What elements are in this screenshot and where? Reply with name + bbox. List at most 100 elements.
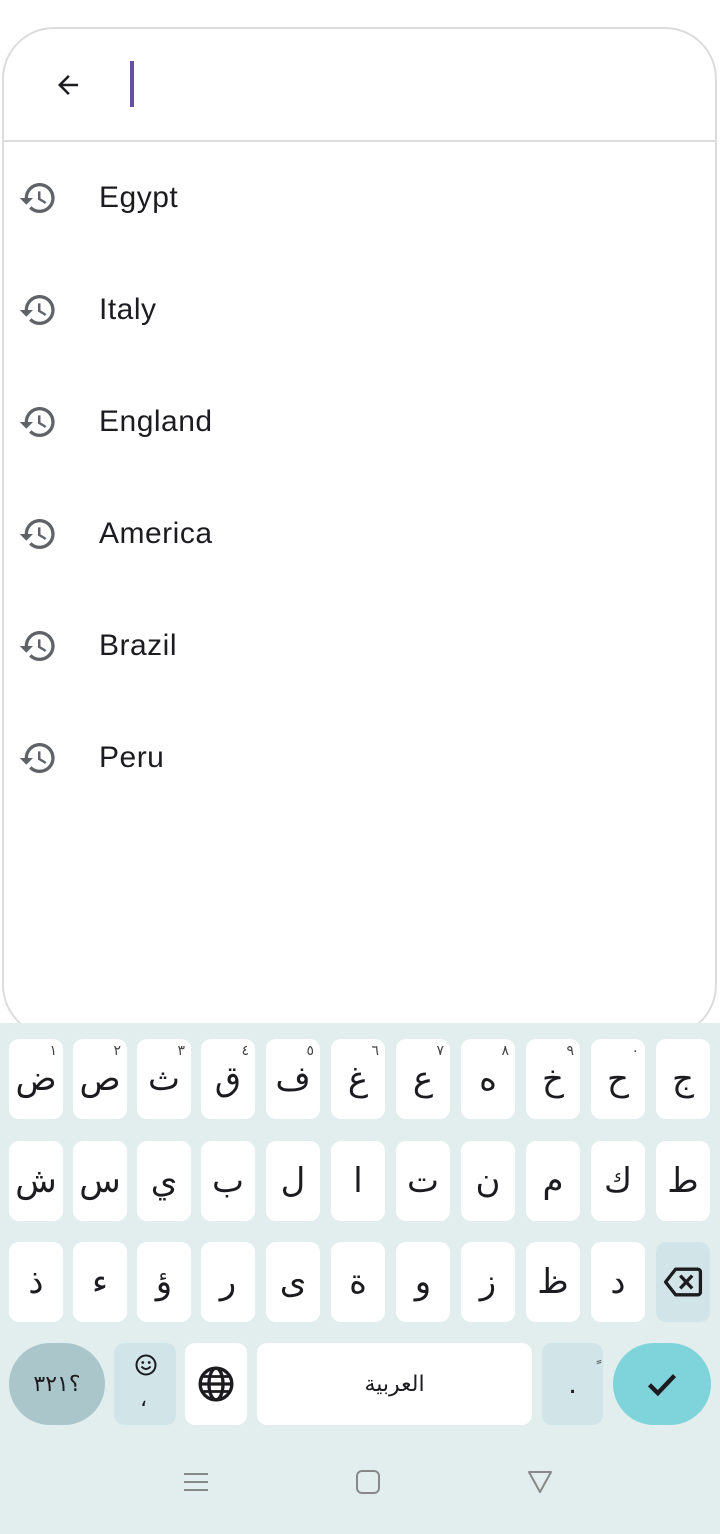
history-item[interactable]: Peru — [4, 702, 715, 814]
key-char: خ — [542, 1059, 564, 1099]
period-key[interactable]: . ٍ — [542, 1343, 603, 1425]
key-char: ط — [667, 1161, 699, 1201]
key-hint: ٩ — [566, 1043, 574, 1059]
letter-key[interactable]: ب — [201, 1141, 255, 1221]
letter-key[interactable]: ك — [591, 1141, 645, 1221]
letter-key[interactable]: ق٤ — [201, 1039, 255, 1119]
history-icon — [18, 514, 58, 554]
recent-apps-button[interactable] — [176, 1462, 216, 1502]
key-char: ء — [92, 1262, 108, 1302]
key-char: ب — [211, 1161, 244, 1201]
key-hint: ٧ — [436, 1043, 444, 1059]
key-char: ى — [279, 1262, 307, 1302]
menu-lines-icon — [184, 1473, 208, 1491]
back-button[interactable] — [48, 65, 88, 105]
letter-key[interactable]: ء — [73, 1242, 127, 1322]
arrow-back-icon — [58, 75, 78, 95]
history-item[interactable]: America — [4, 478, 715, 590]
emoji-icon — [135, 1354, 157, 1376]
key-char: ر — [219, 1262, 237, 1302]
back-nav-button[interactable] — [520, 1462, 560, 1502]
letter-key[interactable]: ص٢ — [73, 1039, 127, 1119]
letter-key[interactable]: ح٠ — [591, 1039, 645, 1119]
key-char: ص — [79, 1059, 121, 1099]
home-button[interactable] — [348, 1462, 388, 1502]
history-item-label: Egypt — [99, 181, 179, 214]
letter-key[interactable]: ش — [9, 1141, 63, 1221]
history-item[interactable]: Egypt — [4, 142, 715, 254]
key-char: ظ — [537, 1262, 569, 1302]
search-history-list: Egypt Italy England America Brazil Peru — [4, 142, 715, 814]
letter-key[interactable]: ذ — [9, 1242, 63, 1322]
history-item-label: England — [99, 405, 213, 438]
letter-key[interactable]: ظ — [526, 1242, 580, 1322]
letter-key[interactable]: خ٩ — [526, 1039, 580, 1119]
letter-key[interactable]: غ٦ — [331, 1039, 385, 1119]
letter-key[interactable]: ي — [137, 1141, 191, 1221]
search-panel: Egypt Italy England America Brazil Peru — [2, 27, 717, 1037]
key-char: غ — [347, 1059, 369, 1099]
key-hint: ٣ — [177, 1043, 185, 1059]
key-hint: ٥ — [306, 1043, 314, 1059]
symbols-mode-key[interactable]: ؟٣٢١ — [9, 1343, 105, 1425]
space-key[interactable]: العربية — [257, 1343, 532, 1425]
key-char: ز — [479, 1262, 497, 1302]
letter-key[interactable]: ا — [331, 1141, 385, 1221]
key-hint: ٦ — [371, 1043, 379, 1059]
history-icon — [18, 738, 58, 778]
letter-key[interactable]: ط — [656, 1141, 710, 1221]
key-hint: ٠ — [631, 1043, 639, 1059]
history-item-label: Italy — [99, 293, 157, 326]
letter-key[interactable]: ز — [461, 1242, 515, 1322]
letter-key[interactable]: ض١ — [9, 1039, 63, 1119]
period-label: . — [568, 1367, 577, 1400]
key-char: ا — [353, 1161, 363, 1201]
letter-key[interactable]: س — [73, 1141, 127, 1221]
emoji-key[interactable]: ، — [114, 1343, 176, 1425]
key-char: ق — [214, 1059, 242, 1099]
letter-key[interactable]: ن — [461, 1141, 515, 1221]
history-item[interactable]: Brazil — [4, 590, 715, 702]
backspace-icon — [663, 1267, 703, 1297]
letter-key[interactable]: ل — [266, 1141, 320, 1221]
key-hint: ٤ — [241, 1043, 249, 1059]
history-icon — [18, 178, 58, 218]
letter-key[interactable]: ث٣ — [137, 1039, 191, 1119]
letter-key[interactable]: ر — [201, 1242, 255, 1322]
key-char: م — [542, 1161, 564, 1201]
letter-key[interactable]: م — [526, 1141, 580, 1221]
letter-key[interactable]: ف٥ — [266, 1039, 320, 1119]
history-item[interactable]: Italy — [4, 254, 715, 366]
history-icon — [18, 290, 58, 330]
letter-key[interactable]: ه٨ — [461, 1039, 515, 1119]
key-char: س — [79, 1161, 121, 1201]
letter-key[interactable]: ؤ — [137, 1242, 191, 1322]
key-char: ذ — [28, 1262, 44, 1302]
key-char: ك — [603, 1161, 633, 1201]
letter-key[interactable]: و — [396, 1242, 450, 1322]
arabic-comma: ، — [140, 1387, 148, 1412]
letter-key[interactable]: ت — [396, 1141, 450, 1221]
backspace-key[interactable] — [656, 1242, 710, 1322]
key-hint: ١ — [49, 1043, 57, 1059]
key-char: ف — [275, 1059, 311, 1099]
key-char: ت — [406, 1161, 439, 1201]
letter-key[interactable]: ع٧ — [396, 1039, 450, 1119]
letter-key[interactable]: ة — [331, 1242, 385, 1322]
key-hint: ٨ — [501, 1043, 509, 1059]
text-cursor — [130, 61, 134, 107]
history-icon — [18, 626, 58, 666]
letter-key[interactable]: ى — [266, 1242, 320, 1322]
history-item[interactable]: England — [4, 366, 715, 478]
letter-key[interactable]: د — [591, 1242, 645, 1322]
search-input[interactable] — [144, 59, 688, 111]
key-char: ه — [479, 1059, 497, 1099]
key-char: ش — [15, 1161, 57, 1201]
home-square-icon — [356, 1470, 380, 1494]
history-item-label: Brazil — [99, 629, 178, 662]
enter-key[interactable] — [613, 1343, 711, 1425]
letter-key[interactable]: ج — [656, 1039, 710, 1119]
key-char: ع — [412, 1059, 434, 1099]
language-switch-key[interactable] — [185, 1343, 247, 1425]
key-char: ح — [607, 1059, 629, 1099]
